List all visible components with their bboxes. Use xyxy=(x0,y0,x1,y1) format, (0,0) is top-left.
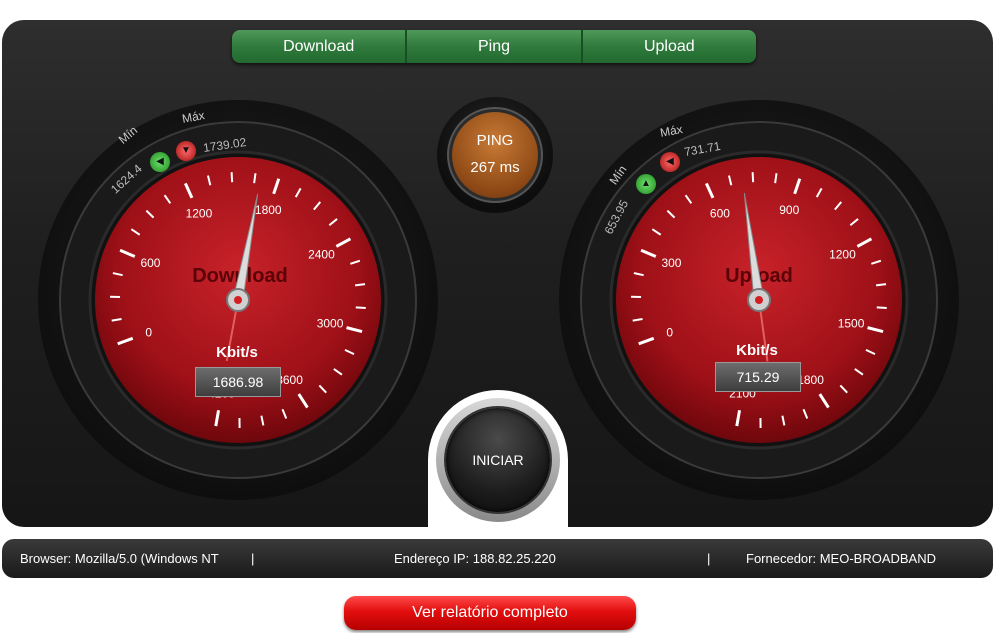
download-gauge: 0600120018002400300036004200 Download xyxy=(38,100,438,500)
upload-gauge-scale-label: 600 xyxy=(710,206,730,220)
ip-address: Endereço IP: 188.82.25.220 xyxy=(394,551,556,566)
upload-gauge-scale-label: 1800 xyxy=(797,373,824,387)
upload-gauge-tick xyxy=(774,173,778,184)
download-unit: Kbit/s xyxy=(216,344,258,361)
download-min-marker-icon: ◀ xyxy=(150,152,170,172)
start-button[interactable]: INICIAR xyxy=(446,408,550,512)
download-gauge-scale-label: 1800 xyxy=(255,203,282,217)
upload-gauge-scale-label: 300 xyxy=(661,256,681,270)
download-gauge-tick xyxy=(354,283,366,287)
test-tabs: Download Ping Upload xyxy=(232,30,756,63)
upload-gauge-scale-label: 1200 xyxy=(829,248,856,262)
upload-gauge-scale-label: 1500 xyxy=(838,316,865,330)
upload-max-marker-icon: ◀ xyxy=(660,152,680,172)
download-gauge-scale-label: 1200 xyxy=(186,206,213,220)
ping-indicator: PING 267 ms xyxy=(452,112,538,198)
upload-needle-hub-dot xyxy=(755,296,763,304)
upload-unit: Kbit/s xyxy=(736,342,778,359)
download-gauge-scale-label: 2400 xyxy=(308,248,335,262)
info-separator: | xyxy=(707,551,711,566)
tab-ping[interactable]: Ping xyxy=(407,30,583,63)
download-max-marker-icon: ▼ xyxy=(176,141,196,161)
tab-upload[interactable]: Upload xyxy=(583,30,756,63)
ping-label: PING xyxy=(476,132,514,149)
info-bar: Browser: Mozilla/5.0 (Windows NT | Ender… xyxy=(2,539,993,578)
upload-gauge-tick xyxy=(875,283,887,287)
download-gauge-tick xyxy=(253,173,257,184)
ping-value: 267 ms xyxy=(470,159,520,176)
download-gauge-tick xyxy=(355,306,366,309)
upload-min-marker-icon: ▲ xyxy=(636,174,656,194)
upload-gauge: 03006009001200150018002100 Upload xyxy=(559,100,959,500)
full-report-button[interactable]: Ver relatório completo xyxy=(344,596,636,630)
download-gauge-scale-label: 0 xyxy=(145,325,152,339)
download-gauge-scale-label: 3000 xyxy=(317,316,344,330)
upload-gauge-scale-label: 0 xyxy=(666,325,673,339)
upload-gauge-scale-label: 900 xyxy=(779,203,799,217)
provider-info: Fornecedor: MEO-BROADBAND xyxy=(746,551,936,566)
upload-gauge-tick xyxy=(876,306,887,309)
ping-bezel: PING 267 ms xyxy=(437,97,553,213)
download-needle-hub-dot xyxy=(234,296,242,304)
browser-info: Browser: Mozilla/5.0 (Windows NT xyxy=(20,551,219,566)
tab-download[interactable]: Download xyxy=(232,30,408,63)
info-separator: | xyxy=(251,551,255,566)
upload-value: 715.29 xyxy=(715,362,801,392)
download-gauge-scale-label: 600 xyxy=(140,256,160,270)
download-value: 1686.98 xyxy=(195,367,281,397)
